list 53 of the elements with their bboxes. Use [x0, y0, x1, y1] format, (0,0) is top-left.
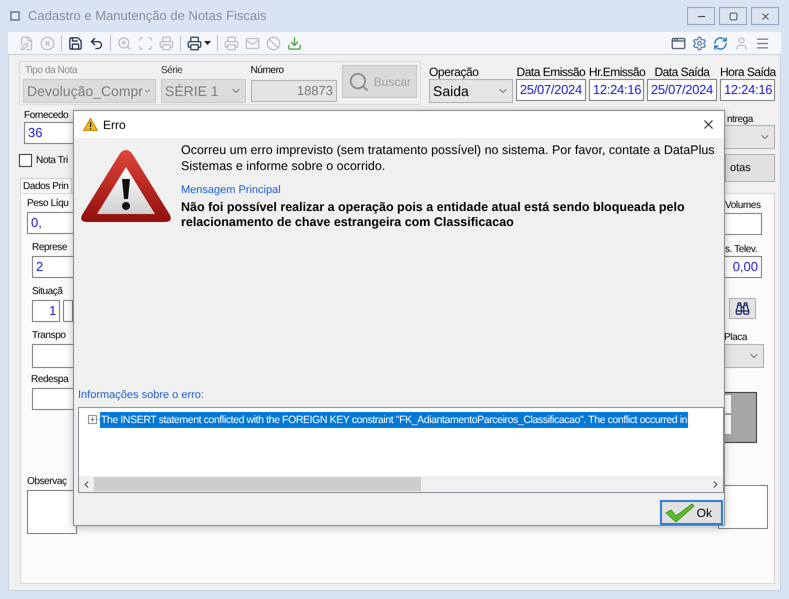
date-field[interactable]: 25/07/2024	[516, 79, 586, 101]
dialog-title: Erro	[103, 116, 126, 134]
scrollbar-thumb[interactable]	[94, 477, 421, 491]
maximize-icon	[728, 12, 738, 20]
date-field[interactable]: 25/07/2024	[646, 79, 717, 101]
warning-icon	[79, 147, 173, 225]
app-icon	[9, 10, 21, 22]
notes-button[interactable]: otas	[725, 154, 775, 182]
warning-icon	[83, 118, 98, 131]
horizontal-scrollbar[interactable]	[79, 476, 723, 492]
ok-button[interactable]: Ok	[660, 500, 723, 525]
field-label: Fornecedo	[24, 110, 70, 122]
maximize-button[interactable]	[719, 7, 747, 25]
status-field[interactable]	[63, 300, 73, 322]
main-message: Não foi possível realizar a operação pois a entidade atual está sendo bloqueada pelo relacionamento de chave estrangeira com Classificacao	[181, 200, 686, 230]
field-label: Série	[161, 65, 184, 77]
field-label: Peso Líqu	[27, 198, 70, 210]
field-label: Observaç	[27, 476, 68, 488]
field-label: s. Telev.	[725, 244, 758, 256]
delivery-dropdown[interactable]	[724, 125, 775, 149]
field-label: Data Saída	[653, 66, 711, 78]
field-label: Número	[250, 65, 285, 77]
main-message-label: Mensagem Principal	[181, 183, 282, 198]
time-field[interactable]: 12:24:16	[588, 79, 644, 101]
field-label: Tipo da Nota	[24, 65, 78, 77]
binoculars-icon	[735, 301, 750, 316]
field-label: Situaçã	[32, 286, 64, 298]
window-title: Cadastro e Manutenção de Notas Fiscais	[28, 7, 266, 26]
field-label: Redespa	[31, 374, 70, 386]
tab[interactable]: Dados Prin	[20, 178, 72, 194]
error-message: Ocorreu um erro imprevisto (sem tratamento possível) no sistema. Por favor, contate a DataPlus Sistemas e informe sobre o ocorrido.	[181, 142, 716, 174]
field-label: Represe	[32, 242, 68, 254]
close-icon	[760, 10, 770, 22]
checkmark-icon	[665, 502, 695, 522]
field-label: Transpo	[32, 330, 67, 342]
field-label: Placa	[724, 332, 748, 344]
tree-item[interactable]: The INSERT statement conflicted with the FOREIGN KEY constraint "FK_AdiantamentoParceiros_Classificacao". The conflict occurred in	[100, 412, 688, 428]
binoculars-button[interactable]	[729, 298, 756, 319]
field-label: Volumes	[725, 200, 761, 212]
operation-dropdown[interactable]: Saida	[429, 79, 513, 103]
field-label: Hr.Emissão	[588, 66, 644, 78]
details-label: Informações sobre o erro:	[78, 388, 205, 404]
checkbox-label: Nota Tri	[36, 154, 68, 168]
expand-icon[interactable]	[88, 415, 97, 424]
search-icon	[348, 70, 370, 92]
notes-field[interactable]	[27, 490, 77, 534]
field-label: ntrega	[727, 114, 753, 126]
field-label: Hora Saída	[720, 66, 775, 78]
time-field[interactable]: 12:24:16	[720, 79, 775, 101]
field-label: Data Emissão	[516, 66, 586, 78]
status-code-field[interactable]: 1	[32, 300, 60, 322]
field-label: Operação	[429, 66, 480, 78]
checkbox[interactable]	[19, 154, 32, 167]
